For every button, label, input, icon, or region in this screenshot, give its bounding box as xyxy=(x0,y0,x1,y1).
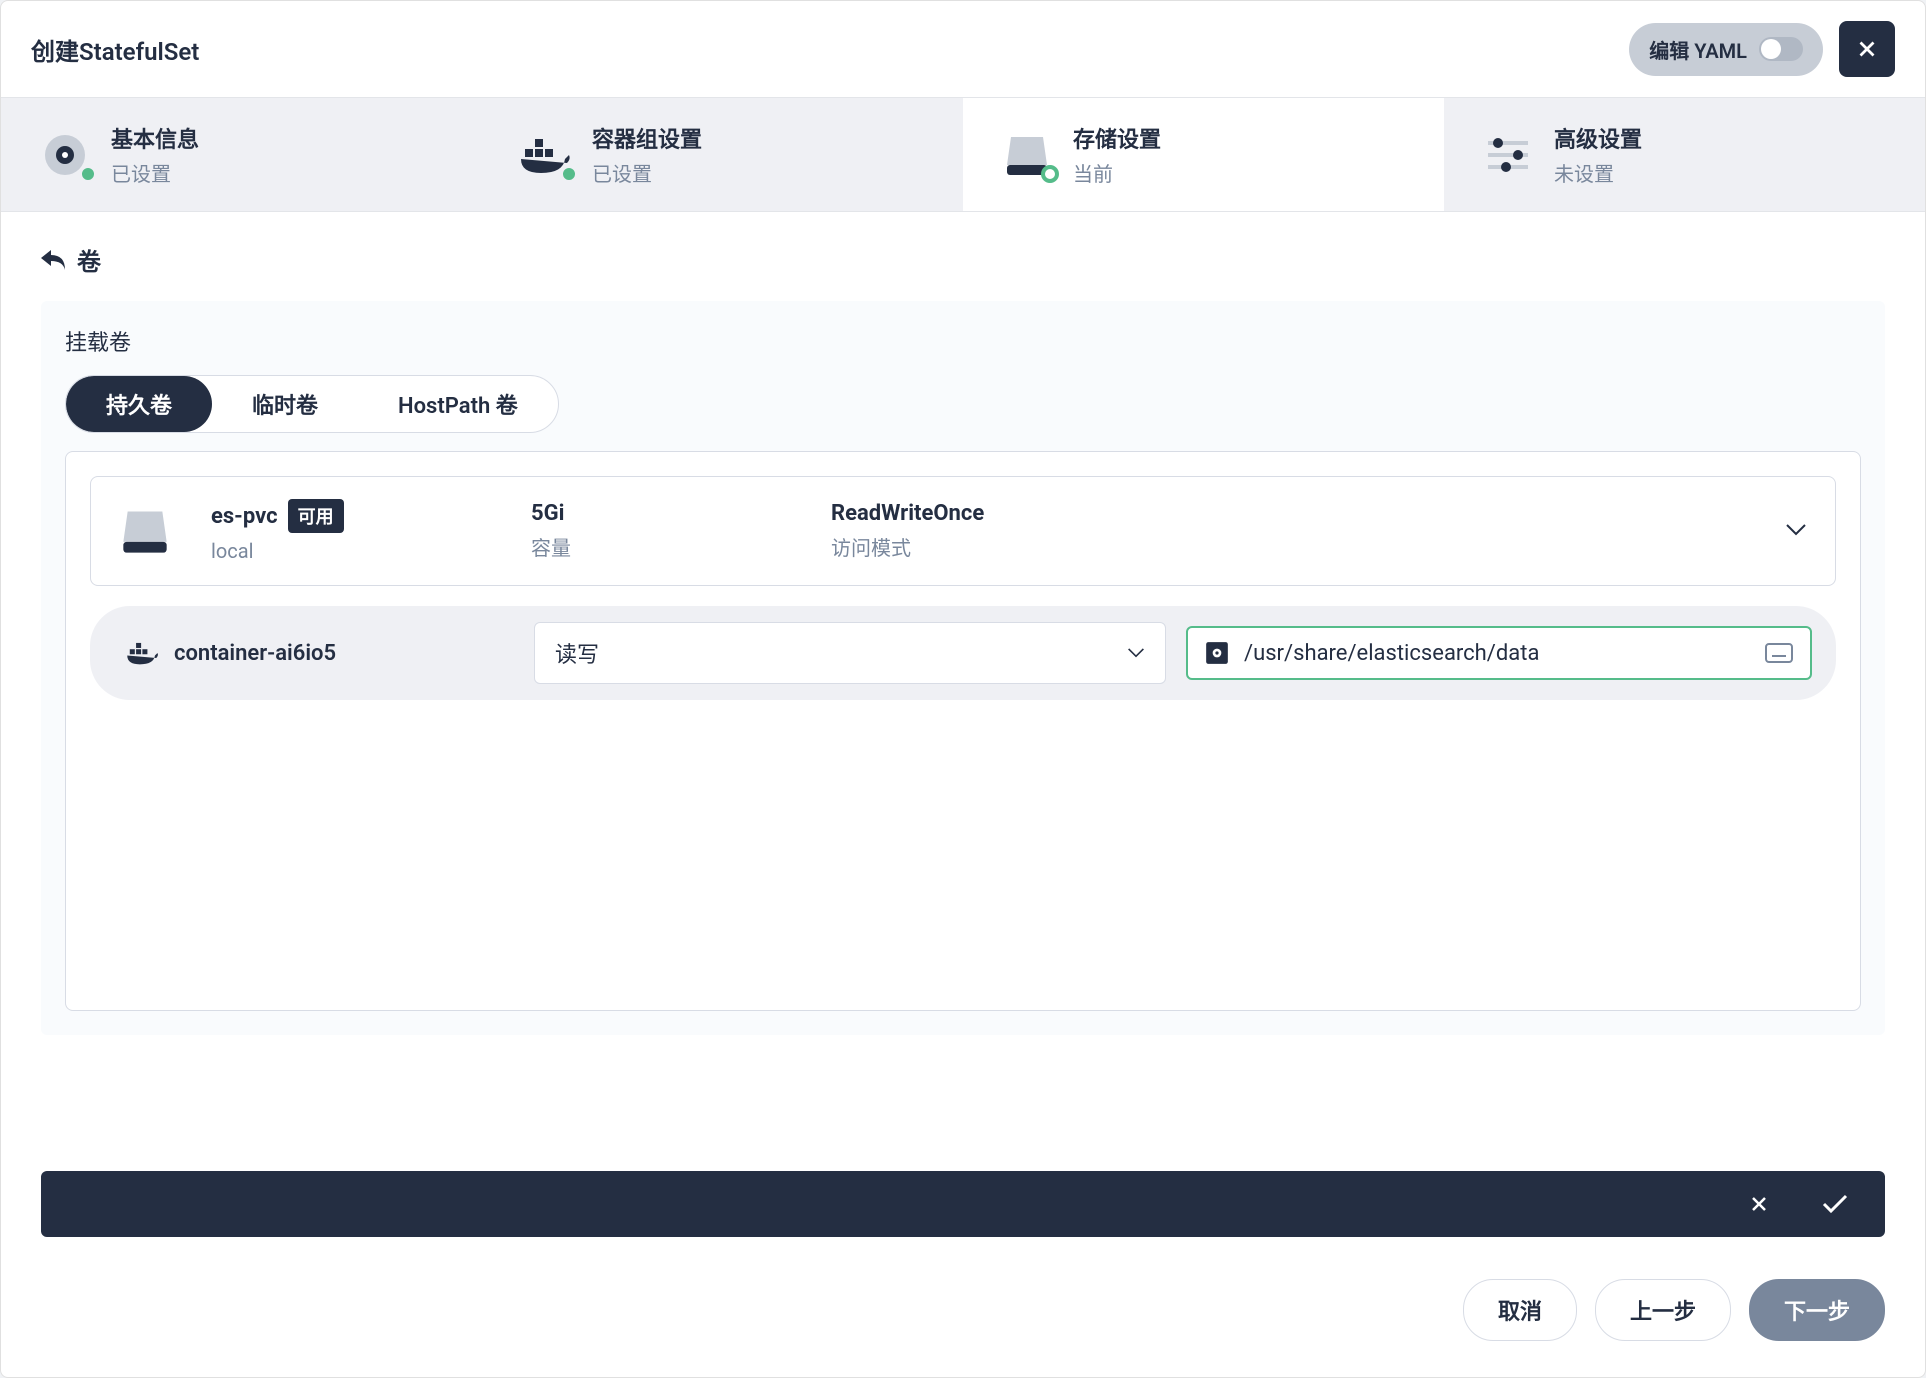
section-title: 卷 xyxy=(77,242,101,277)
mount-volume-panel: 挂载卷 持久卷 临时卷 HostPath 卷 es-pvc 可用 local xyxy=(41,301,1885,1035)
close-icon[interactable] xyxy=(1747,1192,1771,1216)
toggle-switch xyxy=(1759,37,1803,61)
step-basic-info[interactable]: 基本信息 已设置 xyxy=(1,98,482,211)
content-area: 卷 挂载卷 持久卷 临时卷 HostPath 卷 es-pvc 可用 loc xyxy=(1,212,1925,1141)
step-active-indicator xyxy=(1041,165,1059,183)
pvc-selector-card[interactable]: es-pvc 可用 local 5Gi 容量 ReadWriteOnce 访问模… xyxy=(90,476,1836,586)
pvc-size-label: 容量 xyxy=(531,532,791,561)
step-title: 存储设置 xyxy=(1073,122,1161,154)
close-icon xyxy=(1854,36,1880,62)
storage-icon xyxy=(119,507,171,555)
step-title: 容器组设置 xyxy=(592,122,702,154)
volume-config-box: es-pvc 可用 local 5Gi 容量 ReadWriteOnce 访问模… xyxy=(65,451,1861,1011)
step-subtitle: 未设置 xyxy=(1554,158,1642,187)
chevron-down-icon xyxy=(1127,647,1145,659)
gear-box-icon xyxy=(1204,640,1230,666)
pvc-access-mode-label: 访问模式 xyxy=(831,532,984,561)
step-pod-settings[interactable]: 容器组设置 已设置 xyxy=(482,98,963,211)
wizard-steps: 基本信息 已设置 容器组设置 已设置 存储设置 当前 xyxy=(1,98,1925,212)
step-done-indicator xyxy=(79,165,97,183)
modal-header: 创建StatefulSet 编辑 YAML xyxy=(1,1,1925,98)
access-mode-value: 读写 xyxy=(555,637,599,669)
yaml-toggle[interactable]: 编辑 YAML xyxy=(1629,23,1823,76)
back-row[interactable]: 卷 xyxy=(41,242,1885,277)
wizard-footer: 取消 上一步 下一步 xyxy=(1,1267,1925,1377)
sliders-icon xyxy=(1484,135,1532,175)
step-subtitle: 已设置 xyxy=(111,158,199,187)
step-title: 基本信息 xyxy=(111,122,199,154)
step-done-indicator xyxy=(560,165,578,183)
tab-persistent-volume[interactable]: 持久卷 xyxy=(66,376,212,432)
check-icon[interactable] xyxy=(1821,1193,1849,1215)
pvc-size: 5Gi xyxy=(531,501,791,526)
step-title: 高级设置 xyxy=(1554,122,1642,154)
pvc-name: es-pvc xyxy=(211,504,278,529)
header-actions: 编辑 YAML xyxy=(1629,21,1895,77)
keyboard-icon xyxy=(1764,642,1794,664)
tab-hostpath-volume[interactable]: HostPath 卷 xyxy=(358,376,558,432)
tab-temporary-volume[interactable]: 临时卷 xyxy=(212,376,358,432)
docker-icon xyxy=(126,640,160,666)
panel-label: 挂载卷 xyxy=(65,325,1861,357)
modal-title: 创建StatefulSet xyxy=(31,32,199,67)
volume-type-tabs: 持久卷 临时卷 HostPath 卷 xyxy=(65,375,559,433)
toggle-knob xyxy=(1761,39,1781,59)
close-button[interactable] xyxy=(1839,21,1895,77)
create-statefulset-modal: 创建StatefulSet 编辑 YAML 基本信息 已设置 xyxy=(0,0,1926,1378)
step-subtitle: 已设置 xyxy=(592,158,702,187)
pvc-access-mode: ReadWriteOnce xyxy=(831,501,984,526)
step-subtitle: 当前 xyxy=(1073,158,1161,187)
container-name: container-ai6io5 xyxy=(174,641,336,666)
next-button[interactable]: 下一步 xyxy=(1749,1279,1885,1341)
step-storage-settings[interactable]: 存储设置 当前 xyxy=(963,98,1444,211)
container-label: container-ai6io5 xyxy=(114,640,514,666)
pvc-status-badge: 可用 xyxy=(288,499,344,533)
mount-path-input[interactable] xyxy=(1244,641,1750,666)
yaml-toggle-label: 编辑 YAML xyxy=(1649,35,1747,64)
step-advanced-settings[interactable]: 高级设置 未设置 xyxy=(1444,98,1925,211)
back-arrow-icon xyxy=(41,250,65,270)
mount-path-field[interactable] xyxy=(1186,626,1812,680)
prev-button[interactable]: 上一步 xyxy=(1595,1279,1731,1341)
confirm-action-bar xyxy=(41,1171,1885,1237)
access-mode-select[interactable]: 读写 xyxy=(534,622,1166,684)
chevron-down-icon xyxy=(1785,522,1807,541)
container-mount-row: container-ai6io5 读写 xyxy=(90,606,1836,700)
cancel-button[interactable]: 取消 xyxy=(1463,1279,1577,1341)
pvc-storage-class: local xyxy=(211,539,491,563)
